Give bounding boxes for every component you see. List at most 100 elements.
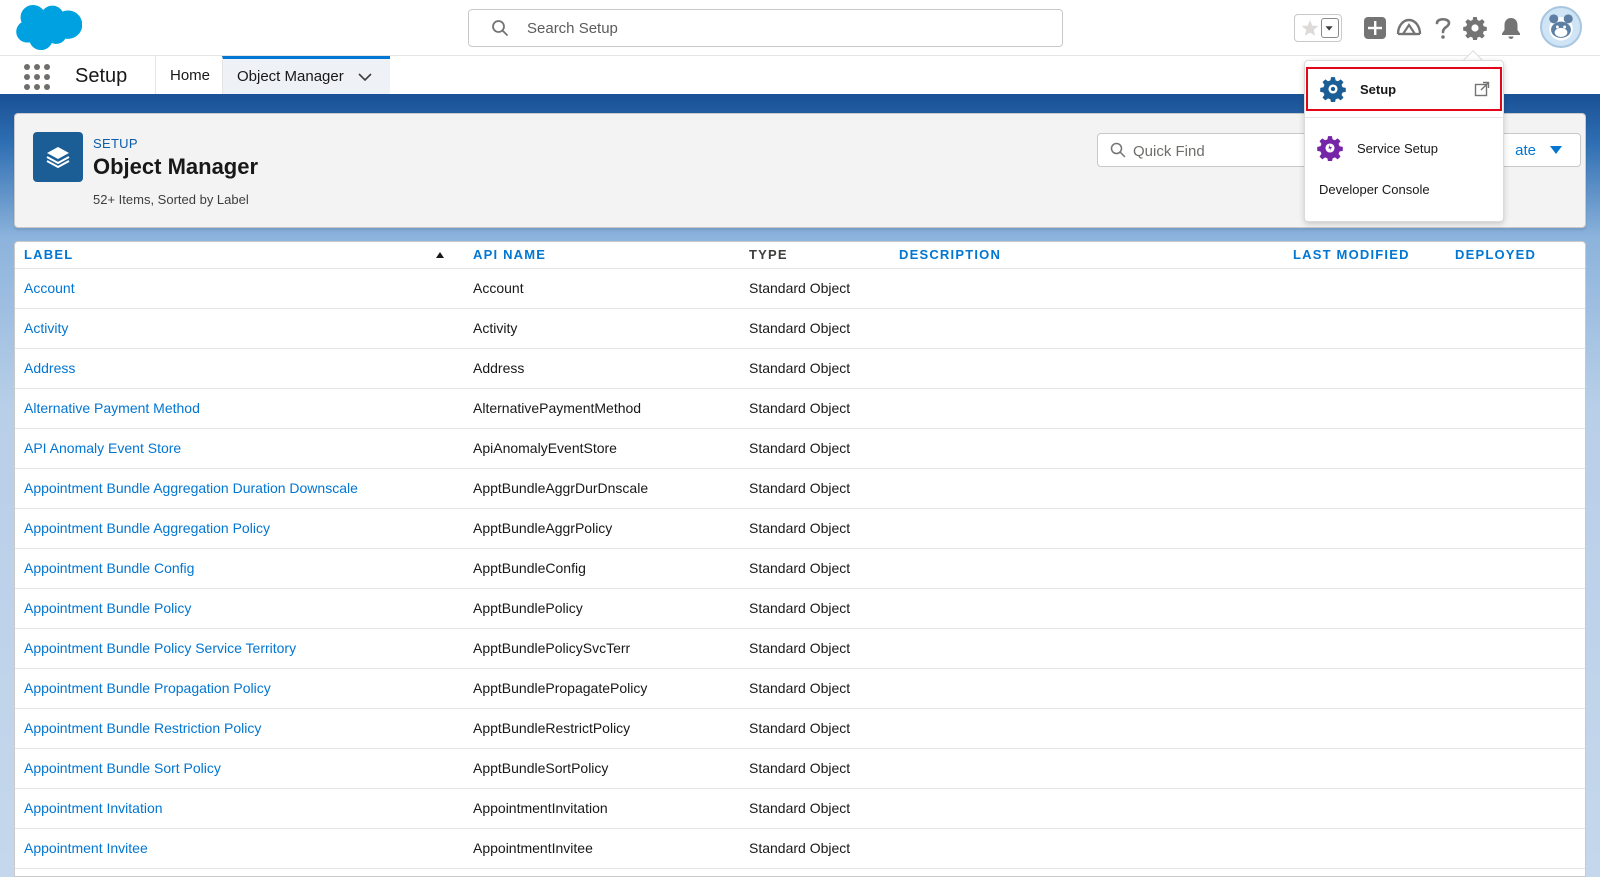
- object-label-link[interactable]: Appointment Bundle Policy: [24, 600, 191, 616]
- object-label-link[interactable]: Appointment Bundle Sort Policy: [24, 760, 221, 776]
- menu-divider: [1305, 117, 1503, 118]
- cell-api-name: ApptBundlePropagatePolicy: [464, 668, 740, 709]
- trailhead-button[interactable]: [1394, 12, 1424, 44]
- object-label-link[interactable]: Appointment Bundle Config: [24, 560, 194, 576]
- quick-find-box[interactable]: [1097, 133, 1317, 167]
- cell-description: [890, 748, 1284, 789]
- cell-description: [890, 708, 1284, 749]
- chevron-down-icon[interactable]: [358, 72, 372, 82]
- cell-deployed: [1446, 748, 1585, 789]
- cell-type: Standard Object: [740, 748, 890, 789]
- cell-api-name: Account: [464, 268, 740, 309]
- add-icon: [1364, 17, 1386, 39]
- object-label-link[interactable]: Appointment Invitation: [24, 800, 163, 816]
- tab-home[interactable]: Home: [155, 56, 222, 94]
- service-setup-gear-icon: [1317, 136, 1343, 161]
- cell-type: Standard Object: [740, 668, 890, 709]
- cell-api-name: ApptBundleConfig: [464, 548, 740, 589]
- object-list-table: LABEL API NAME TYPE DESCRIPTION LAST MOD…: [14, 241, 1586, 877]
- object-label-link[interactable]: Activity: [24, 320, 68, 336]
- open-in-new-window-icon[interactable]: [1474, 81, 1490, 97]
- cell-type: Standard Object: [740, 628, 890, 669]
- cell-api-name: ApptBundlePolicy: [464, 588, 740, 629]
- cell-last-modified: [1284, 388, 1446, 429]
- table-row: Appointment Invitee AppointmentInvitee Sta…: [15, 828, 1585, 869]
- object-label-link[interactable]: Address: [24, 360, 75, 376]
- search-input[interactable]: [527, 18, 1047, 38]
- cell-description: [890, 268, 1284, 309]
- app-launcher-icon[interactable]: [24, 64, 50, 90]
- quick-find-input[interactable]: [1133, 141, 1313, 161]
- cell-last-modified: [1284, 268, 1446, 309]
- cell-description: [890, 308, 1284, 349]
- object-manager-icon: [33, 132, 83, 182]
- cell-label: API Anomaly Event Store: [15, 428, 464, 469]
- cell-deployed: [1446, 588, 1585, 629]
- cell-deployed: [1446, 668, 1585, 709]
- cell-deployed: [1446, 828, 1585, 869]
- salesforce-cloud-logo[interactable]: [16, 5, 82, 51]
- cell-description: [890, 628, 1284, 669]
- column-header-last-modified[interactable]: LAST MODIFIED: [1284, 242, 1446, 269]
- cell-type: Standard Object: [740, 468, 890, 509]
- column-header-label[interactable]: LABEL: [15, 242, 464, 269]
- setup-gear-button[interactable]: [1460, 12, 1490, 44]
- cell-description: [890, 508, 1284, 549]
- cell-description: [890, 388, 1284, 429]
- menu-item-setup[interactable]: Setup: [1306, 67, 1502, 111]
- favorites-dropdown-button[interactable]: [1321, 18, 1339, 38]
- avatar[interactable]: [1540, 6, 1582, 48]
- cell-api-name: ApptBundleRestrictPolicy: [464, 708, 740, 749]
- cell-deployed: [1446, 428, 1585, 469]
- search-icon: [1110, 142, 1126, 158]
- object-label-link[interactable]: Appointment Bundle Policy Service Territ…: [24, 640, 296, 656]
- object-label-link[interactable]: Alternative Payment Method: [24, 400, 200, 416]
- table-header-row: LABEL API NAME TYPE DESCRIPTION LAST MOD…: [15, 242, 1585, 269]
- column-header-api-name[interactable]: API NAME: [464, 242, 740, 269]
- help-button[interactable]: [1428, 12, 1458, 44]
- object-label-link[interactable]: Appointment Bundle Aggregation Policy: [24, 520, 270, 536]
- cell-deployed: [1446, 268, 1585, 309]
- cell-description: [890, 468, 1284, 509]
- object-label-link[interactable]: Account: [24, 280, 75, 296]
- list-meta-info: 52+ Items, Sorted by Label: [93, 192, 249, 207]
- table-row: Account Account Standard Object: [15, 268, 1585, 309]
- cell-label: Appointment Invitee: [15, 828, 464, 869]
- star-icon[interactable]: [1299, 17, 1321, 39]
- setup-search-box[interactable]: [468, 9, 1063, 47]
- cell-api-name: ApiAnomalyEventStore: [464, 428, 740, 469]
- cell-type: Standard Object: [740, 788, 890, 829]
- object-label-link[interactable]: Appointment Invitee: [24, 840, 148, 856]
- cell-type: Standard Object: [740, 588, 890, 629]
- column-header-deployed[interactable]: DEPLOYED: [1446, 242, 1585, 269]
- table-row: Activity Activity Standard Object: [15, 308, 1585, 349]
- favorites-group[interactable]: [1294, 14, 1342, 42]
- cell-last-modified: [1284, 788, 1446, 829]
- cell-label: Appointment Bundle Config: [15, 548, 464, 589]
- cell-last-modified: [1284, 588, 1446, 629]
- object-label-link[interactable]: API Anomaly Event Store: [24, 440, 181, 456]
- menu-item-service-setup-label: Service Setup: [1357, 140, 1438, 156]
- global-header: [0, 0, 1600, 56]
- cell-description: [890, 428, 1284, 469]
- object-label-link[interactable]: Appointment Bundle Aggregation Duration …: [24, 480, 358, 496]
- cell-deployed: [1446, 508, 1585, 549]
- cell-last-modified: [1284, 348, 1446, 389]
- cell-description: [890, 788, 1284, 829]
- tab-object-manager[interactable]: Object Manager: [222, 56, 390, 94]
- column-header-description[interactable]: DESCRIPTION: [890, 242, 1284, 269]
- cell-api-name: ApptBundleSortPolicy: [464, 748, 740, 789]
- menu-item-setup-label: Setup: [1360, 81, 1397, 97]
- create-button-label: ate: [1515, 141, 1536, 159]
- cell-label: Appointment Invitation: [15, 788, 464, 829]
- table-row: Appointment Bundle Aggregation Duration …: [15, 468, 1585, 509]
- notifications-button[interactable]: [1496, 12, 1526, 44]
- object-label-link[interactable]: Appointment Bundle Propagation Policy: [24, 680, 271, 696]
- menu-item-service-setup[interactable]: Service Setup: [1305, 130, 1503, 166]
- cell-label: Appointment Bundle Restriction Policy: [15, 708, 464, 749]
- breadcrumb[interactable]: SETUP: [93, 136, 138, 151]
- object-label-link[interactable]: Appointment Bundle Restriction Policy: [24, 720, 261, 736]
- menu-item-developer-console[interactable]: Developer Console: [1305, 174, 1503, 204]
- global-actions-button[interactable]: [1360, 12, 1390, 44]
- tab-object-manager-label: Object Manager: [237, 68, 344, 85]
